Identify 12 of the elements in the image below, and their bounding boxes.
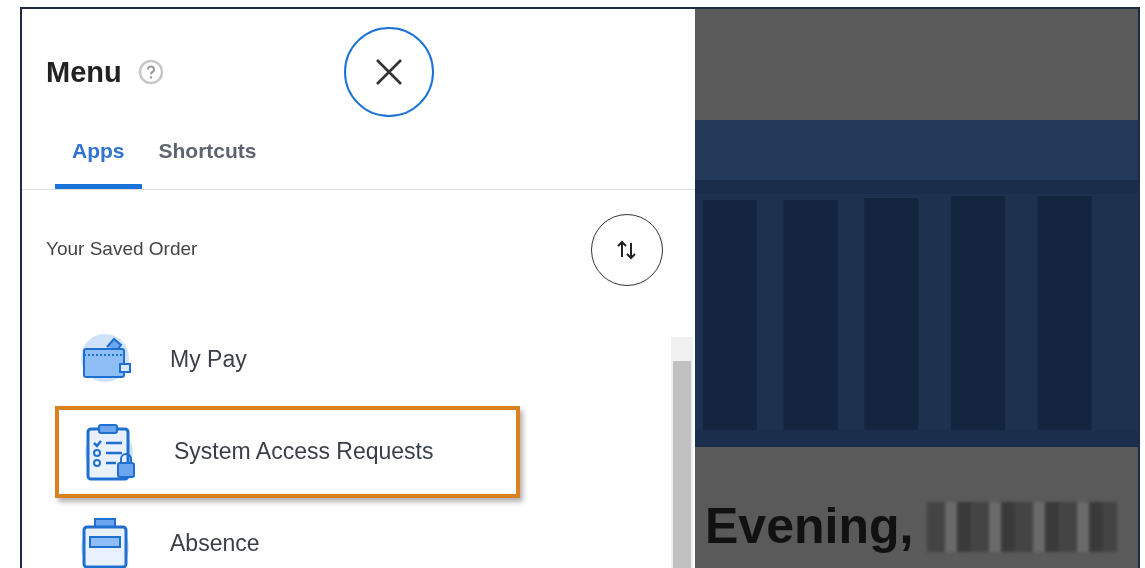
help-icon[interactable] xyxy=(137,59,164,85)
app-item[interactable]: My Pay xyxy=(55,313,520,406)
tab[interactable]: Apps xyxy=(55,117,142,189)
clipboard-icon xyxy=(84,422,138,481)
greeting-text: Evening, xyxy=(705,497,914,556)
app-item[interactable]: Absence xyxy=(55,497,520,568)
tab[interactable]: Shortcuts xyxy=(141,117,274,189)
menu-title: Menu xyxy=(46,54,122,90)
scrollbar[interactable] xyxy=(671,337,693,568)
close-icon xyxy=(373,57,404,87)
section-label: Your Saved Order xyxy=(46,237,198,262)
app-item[interactable]: System Access Requests xyxy=(55,405,520,498)
